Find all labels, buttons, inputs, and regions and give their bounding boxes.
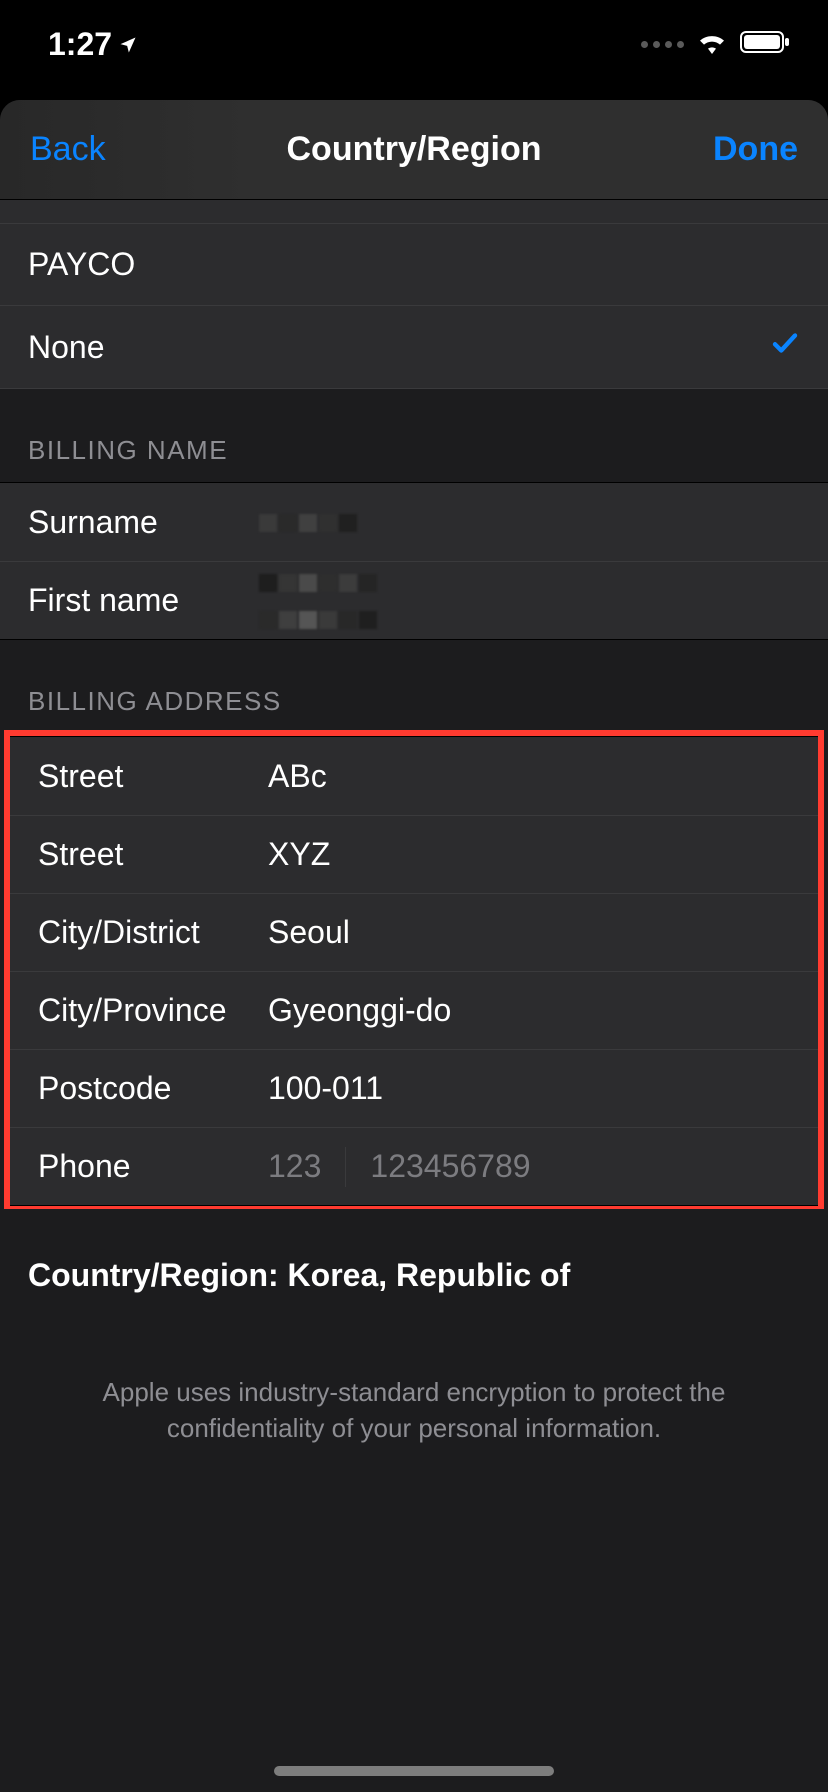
status-time: 1:27 bbox=[48, 26, 138, 63]
street2-field[interactable]: XYZ bbox=[268, 836, 790, 873]
time-text: 1:27 bbox=[48, 26, 112, 63]
street2-row[interactable]: Street XYZ bbox=[10, 815, 818, 893]
done-button[interactable]: Done bbox=[713, 130, 798, 169]
street1-label: Street bbox=[38, 758, 268, 795]
surname-row[interactable]: Surname bbox=[0, 483, 828, 561]
street1-field[interactable]: ABc bbox=[268, 758, 790, 795]
postcode-label: Postcode bbox=[38, 1070, 268, 1107]
country-region-row[interactable]: Country/Region: Korea, Republic of bbox=[0, 1209, 828, 1314]
phone-field[interactable]: 123 123456789 bbox=[268, 1147, 790, 1187]
wifi-icon bbox=[696, 30, 728, 59]
payment-option-label: PAYCO bbox=[28, 246, 135, 283]
payment-option-label: None bbox=[28, 329, 105, 366]
street1-row[interactable]: Street ABc bbox=[10, 737, 818, 815]
back-button[interactable]: Back bbox=[30, 130, 106, 169]
phone-label: Phone bbox=[38, 1148, 268, 1185]
payment-option-none[interactable]: None bbox=[0, 306, 828, 389]
street2-label: Street bbox=[38, 836, 268, 873]
settings-sheet: Back Country/Region Done PAYCO None BILL… bbox=[0, 100, 828, 1792]
content: PAYCO None BILLING NAME Surname First na… bbox=[0, 200, 828, 1447]
city-province-field[interactable]: Gyeonggi-do bbox=[268, 992, 790, 1029]
location-icon bbox=[118, 26, 138, 63]
phone-country-code-placeholder[interactable]: 123 bbox=[268, 1148, 321, 1185]
country-region-value: Korea, Republic of bbox=[288, 1257, 571, 1293]
country-region-label: Country/Region: bbox=[28, 1257, 288, 1293]
city-province-row[interactable]: City/Province Gyeonggi-do bbox=[10, 971, 818, 1049]
postcode-row[interactable]: Postcode 100-011 bbox=[10, 1049, 818, 1127]
home-indicator[interactable] bbox=[274, 1766, 554, 1776]
city-district-field[interactable]: Seoul bbox=[268, 914, 790, 951]
phone-separator bbox=[345, 1147, 346, 1187]
city-province-label: City/Province bbox=[38, 992, 268, 1029]
status-right bbox=[641, 30, 792, 59]
checkmark-icon bbox=[770, 328, 800, 366]
postcode-field[interactable]: 100-011 bbox=[268, 1070, 790, 1107]
payment-option-payco[interactable]: PAYCO bbox=[0, 224, 828, 306]
list-spacer bbox=[0, 200, 828, 224]
redacted-firstname bbox=[258, 564, 378, 638]
nav-bar: Back Country/Region Done bbox=[0, 100, 828, 200]
billing-name-group: Surname First name bbox=[0, 482, 828, 640]
surname-label: Surname bbox=[28, 504, 258, 541]
phone-row[interactable]: Phone 123 123456789 bbox=[10, 1127, 818, 1205]
billing-address-header: BILLING ADDRESS bbox=[0, 640, 828, 733]
firstname-row[interactable]: First name bbox=[0, 561, 828, 639]
firstname-field[interactable] bbox=[258, 564, 800, 638]
billing-address-group: Street ABc Street XYZ City/District Seou… bbox=[10, 736, 818, 1206]
privacy-footer: Apple uses industry-standard encryption … bbox=[0, 1314, 828, 1447]
cellular-dots-icon bbox=[641, 41, 684, 48]
billing-name-header: BILLING NAME bbox=[0, 389, 828, 482]
surname-field[interactable] bbox=[258, 504, 800, 541]
page-title: Country/Region bbox=[287, 130, 542, 169]
highlight-annotation: Street ABc Street XYZ City/District Seou… bbox=[4, 730, 824, 1212]
redacted-surname bbox=[258, 504, 358, 541]
battery-icon bbox=[740, 30, 792, 59]
phone-number-placeholder[interactable]: 123456789 bbox=[370, 1148, 530, 1185]
status-bar: 1:27 bbox=[0, 0, 828, 88]
city-district-row[interactable]: City/District Seoul bbox=[10, 893, 818, 971]
firstname-label: First name bbox=[28, 582, 258, 619]
city-district-label: City/District bbox=[38, 914, 268, 951]
